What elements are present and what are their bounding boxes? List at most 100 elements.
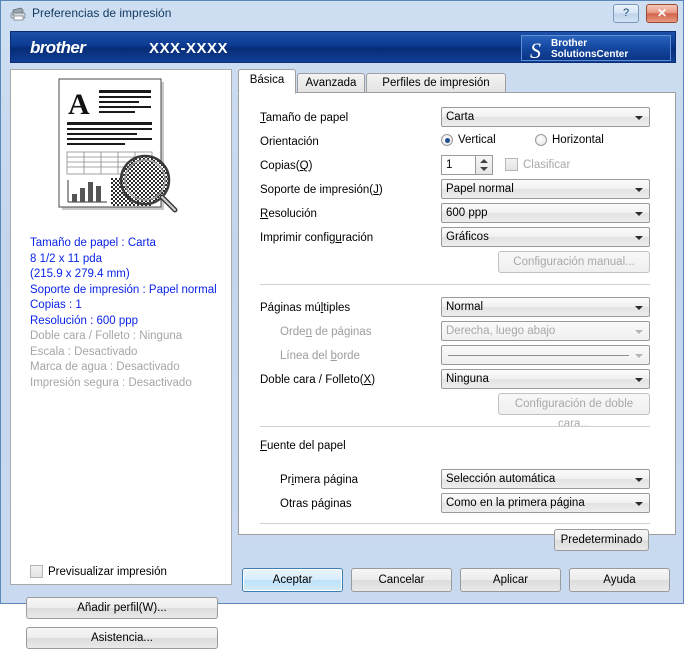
- divider-3: [260, 523, 650, 524]
- chevron-down-icon: [635, 354, 643, 358]
- window-title: Preferencias de impresión: [32, 6, 172, 20]
- print-settings-value: Gráficos: [446, 231, 489, 243]
- solutions-line-2: SolutionsCenter: [551, 48, 629, 60]
- manual-settings-button[interactable]: Configuración manual...: [498, 251, 650, 273]
- chevron-down-icon: [635, 116, 643, 120]
- resolution-combo[interactable]: 600 ppp: [441, 203, 650, 223]
- multiple-pages-combo[interactable]: Normal: [441, 297, 650, 317]
- summary-line: Marca de agua : Desactivado: [30, 361, 180, 373]
- collate-checkbox[interactable]: Clasificar: [505, 158, 570, 171]
- radio-portrait-dot[interactable]: [441, 134, 453, 146]
- spinner-down-icon[interactable]: [480, 167, 488, 171]
- copies-value: 1: [446, 159, 453, 171]
- settings-panel: Básica Avanzada Perfiles de impresión Ta…: [238, 69, 676, 585]
- label-copies: Copias(Q): [260, 160, 313, 172]
- printer-icon: [10, 7, 26, 21]
- summary-line: Impresión segura : Desactivado: [30, 376, 192, 389]
- first-page-source-value: Selección automática: [446, 473, 556, 485]
- collate-checkbox-label: Clasificar: [523, 158, 571, 171]
- collate-checkbox-box[interactable]: [505, 158, 518, 171]
- paper-size-value: Carta: [446, 111, 475, 123]
- chevron-down-icon: [635, 478, 643, 482]
- tab-basica[interactable]: Básica: [238, 69, 296, 94]
- border-line-style-preview: [448, 355, 629, 356]
- solutions-center-label: Brother SolutionsCenter: [551, 38, 629, 60]
- brother-solutions-center-button[interactable]: S Brother SolutionsCenter: [521, 35, 671, 63]
- other-pages-source-value: Como en la primera página: [446, 497, 585, 509]
- chevron-down-icon: [635, 502, 643, 506]
- label-other-pages: Otras páginas: [280, 498, 352, 510]
- copies-spinner-buttons[interactable]: [475, 156, 492, 174]
- label-resolution: Resolución: [260, 208, 317, 220]
- radio-orientation-landscape[interactable]: Horizontal: [535, 134, 604, 146]
- default-button[interactable]: Predeterminado: [554, 529, 649, 551]
- print-preview-checkbox-box[interactable]: [30, 565, 43, 578]
- ok-button[interactable]: Aceptar: [242, 568, 343, 592]
- solutions-line-1: Brother: [551, 38, 588, 49]
- support-button[interactable]: Asistencia...: [26, 627, 218, 649]
- radio-portrait-label: Vertical: [458, 134, 496, 146]
- print-preview-checkbox-label: Previsualizar impresión: [48, 565, 167, 578]
- spinner-up-icon[interactable]: [480, 159, 488, 163]
- close-icon[interactable]: ✕: [646, 4, 678, 23]
- label-multiple-pages: Páginas múltiples: [260, 302, 351, 314]
- chevron-down-icon: [635, 306, 643, 310]
- chevron-down-icon: [635, 330, 643, 334]
- border-line-combo[interactable]: [441, 345, 650, 365]
- chevron-down-icon: [635, 378, 643, 382]
- summary-line: Copias : 1: [30, 299, 82, 311]
- tab-perfiles-de-impresion[interactable]: Perfiles de impresión: [366, 73, 506, 92]
- summary-line: Escala : Desactivado: [30, 345, 138, 358]
- help-footer-button[interactable]: Ayuda: [569, 568, 670, 592]
- preview-panel: A Tamaño de papel: Carta 8 1/2 x 11 pda…: [10, 69, 232, 649]
- radio-landscape-label: Horizontal: [552, 134, 604, 146]
- brother-s-logo-icon: S: [530, 38, 541, 63]
- add-profile-button[interactable]: Añadir perfil(W)...: [26, 597, 218, 619]
- summary-line: Resolución : 600 ppp: [30, 314, 139, 327]
- label-page-order: Orden de páginas: [280, 326, 372, 338]
- svg-text:A: A: [68, 88, 90, 121]
- tab-avanzada[interactable]: Avanzada: [297, 73, 365, 92]
- radio-orientation-portrait[interactable]: Vertical: [441, 134, 496, 146]
- other-pages-source-combo[interactable]: Como en la primera página: [441, 493, 650, 513]
- radio-landscape-dot[interactable]: [535, 134, 547, 146]
- brother-logo: brother: [30, 38, 86, 57]
- label-orientation: Orientación: [260, 136, 319, 148]
- page-order-combo[interactable]: Derecha, luego abajo: [441, 321, 650, 341]
- divider-1: [260, 284, 650, 285]
- print-preview-checkbox[interactable]: Previsualizar impresión: [30, 565, 167, 578]
- paper-size-combo[interactable]: Carta: [441, 107, 650, 127]
- document-preview-image: A: [58, 78, 178, 213]
- printer-model-name: XXX-XXXX: [149, 40, 229, 57]
- summary-line: Doble cara / Folleto : Ninguna: [30, 330, 183, 342]
- apply-button[interactable]: Aplicar: [460, 568, 561, 592]
- summary-line: Soporte de impresión : Papel normal: [30, 283, 217, 296]
- summary-line: (215.9 x 279.4 mm): [30, 268, 130, 280]
- summary-line: 8 1/2 x 11 pda: [30, 252, 103, 265]
- help-button[interactable]: ?: [613, 4, 639, 23]
- page-order-value: Derecha, luego abajo: [446, 325, 556, 337]
- media-type-combo[interactable]: Papel normal: [441, 179, 650, 199]
- duplex-booklet-combo[interactable]: Ninguna: [441, 369, 650, 389]
- copies-stepper[interactable]: 1: [441, 155, 493, 175]
- label-media-type: Soporte de impresión(J): [260, 184, 383, 196]
- resolution-value: 600 ppp: [446, 207, 488, 219]
- chevron-down-icon: [635, 236, 643, 240]
- label-print-settings: Imprimir configuración: [260, 232, 374, 244]
- label-border-line: Línea del borde: [280, 350, 360, 362]
- duplex-booklet-value: Ninguna: [446, 373, 489, 385]
- label-first-page: Primera página: [280, 474, 358, 486]
- first-page-source-combo[interactable]: Selección automática: [441, 469, 650, 489]
- print-preferences-window: Preferencias de impresión ? ✕ brother XX…: [0, 0, 684, 649]
- brother-banner: brother XXX-XXXX S Brother SolutionsCent…: [10, 31, 676, 63]
- divider-2: [260, 426, 650, 427]
- tab-page-basica: Tamaño de papel Carta Orientación Vertic…: [238, 92, 676, 535]
- label-paper-source: Fuente del papel: [260, 440, 346, 452]
- media-type-value: Papel normal: [446, 183, 514, 195]
- settings-summary: Tamaño de papel : Carta 8 1/2 x 11 pda (21…: [30, 236, 225, 391]
- duplex-settings-button[interactable]: Configuración de doble cara...: [498, 393, 650, 430]
- summary-line: Tamaño de papel : Carta: [30, 237, 156, 249]
- cancel-button[interactable]: Cancelar: [351, 568, 452, 592]
- print-settings-combo[interactable]: Gráficos: [441, 227, 650, 247]
- multiple-pages-value: Normal: [446, 301, 484, 313]
